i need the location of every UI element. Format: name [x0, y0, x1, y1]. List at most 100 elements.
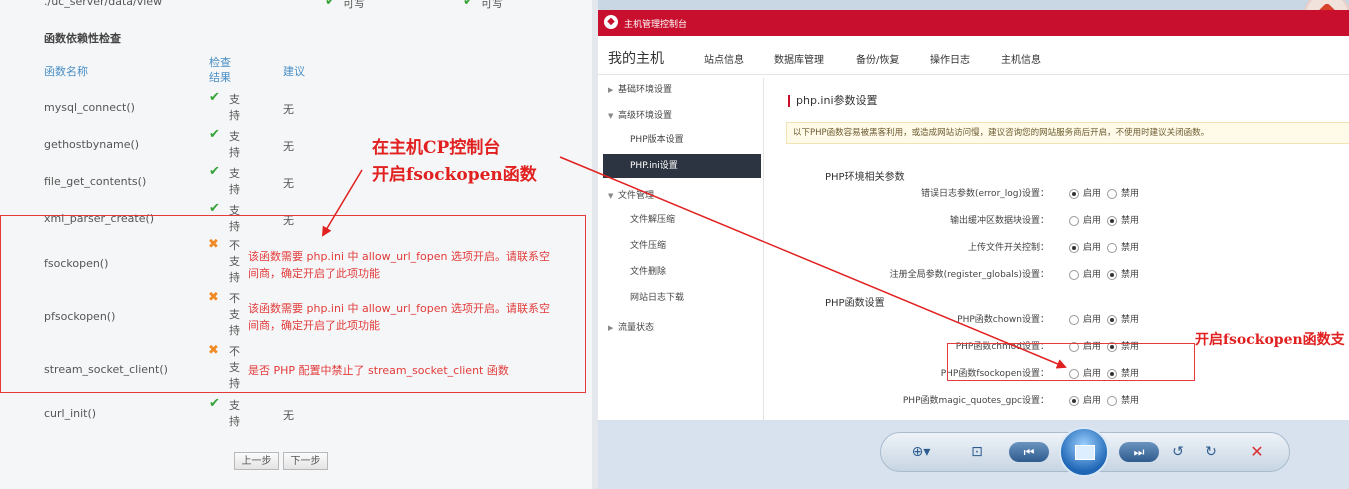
sidebar-label: 流量状态 — [618, 323, 655, 333]
param-label: 错误日志参数(error_log)设置： — [920, 189, 1049, 199]
suggestion: 无 — [283, 177, 294, 190]
sidebar-item-file-mgmt[interactable]: ▼ 文件管理 — [603, 184, 761, 208]
enable-label: 启用 — [1083, 396, 1102, 406]
rotate-right-icon[interactable]: ↻ — [1199, 441, 1223, 463]
console-sidebar: ▶ 基础环境设置 ▼ 高级环境设置 PHP版本设置 PHP.ini设置 ▼ 文件管理 … — [603, 78, 764, 420]
annotation-right: 开启fsockopen函数支 — [1195, 332, 1345, 348]
installer-panel: ./uc_server/data/view ✔ 可写 ✔ 可写 函数依赖性检查 … — [0, 0, 592, 489]
sidebar-label: 基础环境设置 — [618, 85, 673, 95]
check-icon: ✔ — [209, 164, 220, 179]
param-row: 上传文件开关控制： 启用 禁用 — [778, 240, 1349, 256]
caret-down-icon: ▼ — [608, 112, 614, 120]
radio-disable[interactable] — [1107, 315, 1117, 325]
result: 支持 — [229, 93, 240, 122]
window-top-strip — [598, 0, 1349, 10]
header-name: 函数名称 — [44, 65, 88, 78]
disable-label: 禁用 — [1121, 216, 1140, 226]
path-status-2: 可写 — [481, 0, 503, 10]
sidebar-item-php-version[interactable]: PHP版本设置 — [603, 128, 761, 152]
rotate-left-icon[interactable]: ↺ — [1166, 441, 1190, 463]
nav-backup[interactable]: 备份/恢复 — [856, 51, 899, 66]
disable-label: 禁用 — [1121, 315, 1140, 325]
param-label: 上传文件开关控制： — [967, 243, 1049, 253]
delete-icon[interactable]: ✕ — [1245, 441, 1269, 463]
radio-enable[interactable] — [1069, 189, 1079, 199]
sidebar-item-traffic[interactable]: ▶ 流量状态 — [603, 316, 761, 340]
check-icon: ✔ — [209, 90, 220, 105]
console-title: 主机管理控制台 — [624, 20, 688, 30]
param-row: PHP函数magic_quotes_gpc设置： 启用 禁用 — [778, 393, 1349, 409]
console-nav: 我的主机 站点信息 数据库管理 备份/恢复 操作日志 主机信息 — [598, 36, 1349, 75]
console-logo-icon: ◆ — [604, 15, 618, 29]
sidebar-item-advanced[interactable]: ▼ 高级环境设置 — [603, 104, 761, 128]
func-group-title: PHP函数设置 — [825, 298, 885, 309]
fsockopen-highlight-box — [947, 343, 1195, 381]
param-row: PHP函数chown设置： 启用 禁用 — [778, 312, 1349, 328]
enable-label: 启用 — [1083, 189, 1102, 199]
param-row: 注册全局参数(register_globals)设置： 启用 禁用 — [778, 267, 1349, 283]
radio-enable[interactable] — [1069, 216, 1079, 226]
radio-disable[interactable] — [1107, 396, 1117, 406]
caret-right-icon: ▶ — [608, 86, 614, 94]
path-status-1: 可写 — [343, 0, 365, 10]
function-name: gethostbyname() — [44, 138, 140, 151]
section-title: 函数依赖性检查 — [44, 32, 121, 45]
nav-my-host[interactable]: 我的主机 — [608, 48, 664, 68]
radio-disable[interactable] — [1107, 243, 1117, 253]
console-titlebar: ◆ 主机管理控制台 — [598, 10, 1349, 36]
previous-icon[interactable]: ⏮ — [1009, 442, 1049, 462]
param-row: 错误日志参数(error_log)设置： 启用 禁用 — [778, 186, 1349, 202]
radio-enable[interactable] — [1069, 315, 1079, 325]
radio-disable[interactable] — [1107, 216, 1117, 226]
radio-disable[interactable] — [1107, 270, 1117, 280]
nav-host-info[interactable]: 主机信息 — [1001, 51, 1041, 66]
header-check: 检查结果 — [209, 56, 231, 84]
result: 支持 — [229, 167, 240, 196]
fit-icon[interactable]: ⊡ — [965, 441, 989, 463]
nav-logs[interactable]: 操作日志 — [930, 51, 970, 66]
param-label: PHP函数chown设置： — [957, 315, 1049, 325]
annotation-line-1: 在主机CP控制台 — [372, 138, 501, 158]
radio-enable[interactable] — [1069, 243, 1079, 253]
check-icon: ✔ — [209, 201, 220, 216]
env-group-title: PHP环境相关参数 — [825, 172, 905, 183]
sidebar-item-delete[interactable]: 文件删除 — [603, 260, 761, 284]
sidebar-item-logs[interactable]: 网站日志下载 — [603, 286, 761, 310]
radio-enable[interactable] — [1069, 270, 1079, 280]
disable-label: 禁用 — [1121, 189, 1140, 199]
param-label: PHP函数magic_quotes_gpc设置： — [902, 396, 1049, 406]
sidebar-item-zip[interactable]: 文件压缩 — [603, 234, 761, 258]
radio-enable[interactable] — [1069, 396, 1079, 406]
param-label: 注册全局参数(register_globals)设置： — [889, 270, 1049, 280]
suggestion: 无 — [283, 409, 294, 422]
param-label: 输出缓冲区数据块设置： — [949, 216, 1049, 226]
sidebar-item-basic[interactable]: ▶ 基础环境设置 — [603, 78, 761, 102]
path-name: ./uc_server/data/view — [44, 0, 163, 8]
suggestion: 无 — [283, 103, 294, 116]
nav-site-info[interactable]: 站点信息 — [704, 51, 744, 66]
caret-down-icon: ▼ — [608, 192, 614, 200]
disable-label: 禁用 — [1121, 270, 1140, 280]
param-row: 输出缓冲区数据块设置： 启用 禁用 — [778, 213, 1349, 229]
prev-step-button[interactable]: 上一步 — [234, 452, 279, 470]
annotation-line-2: 开启fsockopen函数 — [372, 165, 537, 185]
sidebar-item-php-ini[interactable]: PHP.ini设置 — [603, 154, 761, 178]
next-step-button[interactable]: 下一步 — [283, 452, 328, 470]
function-name: mysql_connect() — [44, 101, 135, 114]
enable-label: 启用 — [1083, 315, 1102, 325]
nav-database[interactable]: 数据库管理 — [774, 51, 824, 66]
image-viewer-window: ◆ 主机管理控制台 我的主机 站点信息 数据库管理 备份/恢复 操作日志 主机信… — [598, 0, 1349, 489]
zoom-icon[interactable]: ⊕▾ — [903, 441, 939, 463]
disable-label: 禁用 — [1121, 243, 1140, 253]
check-icon: ✔ — [209, 127, 220, 142]
result: 支持 — [229, 399, 240, 428]
highlight-box — [0, 215, 586, 393]
caret-right-icon: ▶ — [608, 324, 614, 332]
result: 支持 — [229, 130, 240, 159]
slideshow-icon[interactable] — [1059, 427, 1109, 477]
enable-label: 启用 — [1083, 270, 1102, 280]
page-title: php.ini参数设置 — [788, 95, 878, 107]
sidebar-item-unzip[interactable]: 文件解压缩 — [603, 208, 761, 232]
radio-disable[interactable] — [1107, 189, 1117, 199]
next-icon[interactable]: ⏭ — [1119, 442, 1159, 462]
